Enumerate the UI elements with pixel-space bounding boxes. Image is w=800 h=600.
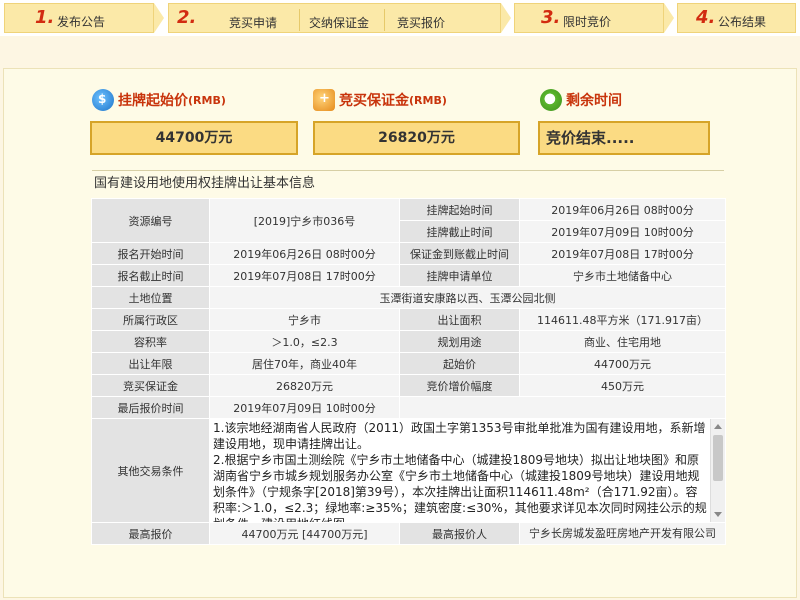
step-progress-bar: 1. 发布公告 2. 竞买申请 交纳保证金 竞买报价 3. 限时竞价 4. 公布… bbox=[0, 0, 800, 36]
remaining-time-value: 竞价结束..... bbox=[546, 129, 635, 147]
start-price-unit: (RMB) bbox=[188, 93, 226, 107]
plot-ratio-key: 容积率 bbox=[91, 330, 210, 353]
listing-start-value: 2019年06月26日 08时00分 bbox=[519, 198, 726, 221]
step-1-label: 发布公告 bbox=[57, 15, 106, 29]
other-terms-paragraph-2: 2.根据宁乡市国土测绘院《宁乡市土地储备中心（城建投1809号地块）拟出让地块图… bbox=[213, 453, 707, 522]
empty-cell bbox=[399, 396, 726, 419]
land-info-table: 资源编号 [2019]宁乡市036号 挂牌起始时间 2019年06月26日 08… bbox=[91, 198, 726, 545]
bid-deposit-value: 26820万元 bbox=[209, 374, 400, 397]
other-terms-key: 其他交易条件 bbox=[91, 418, 210, 523]
apply-unit-value: 宁乡市土地储备中心 bbox=[519, 264, 726, 287]
deposit-label: 竞买保证金 bbox=[339, 93, 409, 109]
resource-no-key: 资源编号 bbox=[91, 198, 210, 243]
signup-start-key: 报名开始时间 bbox=[91, 242, 210, 265]
table-row: 最高报价 44700万元 [44700万元] 最高报价人 宁乡长房城发盈旺房地产… bbox=[91, 522, 726, 545]
listing-end-key: 挂牌截止时间 bbox=[399, 220, 520, 243]
substep-divider bbox=[299, 9, 300, 31]
step-arrow bbox=[154, 3, 164, 33]
table-row: 出让年限 居住70年，商业40年 起始价 44700万元 bbox=[91, 352, 726, 375]
remaining-time-label: 剩余时间 bbox=[566, 93, 622, 109]
district-value: 宁乡市 bbox=[209, 308, 400, 331]
step-1-number: 1. bbox=[35, 7, 55, 28]
usage-key: 规划用途 bbox=[399, 330, 520, 353]
step-3: 3. 限时竞价 bbox=[514, 3, 664, 33]
step-4: 4. 公布结果 bbox=[677, 3, 796, 33]
step-arrow bbox=[501, 3, 511, 33]
resource-no-value: [2019]宁乡市036号 bbox=[209, 198, 400, 243]
deposit-deadline-value: 2019年07月08日 17时00分 bbox=[519, 242, 726, 265]
table-row: 容积率 ＞1.0，≤2.3 规划用途 商业、住宅用地 bbox=[91, 330, 726, 353]
substep-pay-deposit: 交纳保证金 bbox=[309, 16, 370, 30]
deposit-header: + 竞买保证金 (RMB) bbox=[313, 88, 447, 112]
term-value: 居住70年，商业40年 bbox=[209, 352, 400, 375]
table-row: 土地位置 玉潭街道安康路以西、玉潭公园北侧 bbox=[91, 286, 726, 309]
step-1: 1. 发布公告 bbox=[4, 3, 154, 33]
bid-deposit-key: 竞买保证金 bbox=[91, 374, 210, 397]
start-price-value-box: 44700万元 bbox=[90, 121, 298, 155]
deposit-unit: (RMB) bbox=[409, 93, 447, 107]
usage-value: 商业、住宅用地 bbox=[519, 330, 726, 353]
other-terms-scrollbar[interactable] bbox=[710, 419, 725, 522]
location-key: 土地位置 bbox=[91, 286, 210, 309]
signup-start-value: 2019年06月26日 08时00分 bbox=[209, 242, 400, 265]
start-price-cell: 44700万元 bbox=[519, 352, 726, 375]
district-key: 所属行政区 bbox=[91, 308, 210, 331]
listing-start-key: 挂牌起始时间 bbox=[399, 198, 520, 221]
step-2-number: 2. bbox=[177, 7, 197, 28]
step-2: 2. 竞买申请 交纳保证金 竞买报价 bbox=[168, 3, 501, 33]
substep-bid-apply: 竞买申请 bbox=[229, 16, 278, 30]
substep-bid-quote: 竞买报价 bbox=[397, 16, 446, 30]
table-row: 资源编号 [2019]宁乡市036号 挂牌起始时间 2019年06月26日 08… bbox=[91, 198, 726, 243]
step-3-number: 3. bbox=[541, 7, 561, 28]
scroll-up-icon[interactable] bbox=[714, 424, 722, 429]
alarm-clock-icon bbox=[540, 89, 562, 111]
highest-bid-key: 最高报价 bbox=[91, 522, 210, 545]
area-key: 出让面积 bbox=[399, 308, 520, 331]
last-bid-time-value: 2019年07月09日 10时00分 bbox=[209, 396, 400, 419]
step-3-label: 限时竞价 bbox=[563, 15, 612, 29]
listing-end-value: 2019年07月09日 10时00分 bbox=[519, 220, 726, 243]
table-row: 报名开始时间 2019年06月26日 08时00分 保证金到账截止时间 2019… bbox=[91, 242, 726, 265]
deposit-value: 26820万元 bbox=[378, 130, 455, 146]
substep-divider bbox=[384, 9, 385, 31]
remaining-time-value-box: 竞价结束..... bbox=[538, 121, 710, 155]
step-4-label: 公布结果 bbox=[718, 15, 767, 29]
deposit-deadline-key: 保证金到账截止时间 bbox=[399, 242, 520, 265]
table-row: 最后报价时间 2019年07月09日 10时00分 bbox=[91, 396, 726, 419]
step-4-number: 4. bbox=[696, 7, 716, 28]
apply-unit-key: 挂牌申请单位 bbox=[399, 264, 520, 287]
signup-end-value: 2019年07月08日 17时00分 bbox=[209, 264, 400, 287]
start-price-key: 起始价 bbox=[399, 352, 520, 375]
other-terms-text: 1.该宗地经湖南省人民政府（2011）政国土字第1353号审批单批准为国有建设用… bbox=[213, 420, 709, 522]
increment-key: 竞价增价幅度 bbox=[399, 374, 520, 397]
start-price-header: $ 挂牌起始价 (RMB) bbox=[92, 88, 226, 112]
table-row: 报名截止时间 2019年07月08日 17时00分 挂牌申请单位 宁乡市土地储备… bbox=[91, 264, 726, 287]
table-row: 其他交易条件 1.该宗地经湖南省人民政府（2011）政国土字第1353号审批单批… bbox=[91, 418, 726, 523]
table-row: 竞买保证金 26820万元 竞价增价幅度 450万元 bbox=[91, 374, 726, 397]
remaining-time-header: 剩余时间 bbox=[540, 88, 622, 112]
section-title: 国有建设用地使用权挂牌出让基本信息 bbox=[92, 170, 724, 197]
increment-value: 450万元 bbox=[519, 374, 726, 397]
start-price-label: 挂牌起始价 bbox=[118, 93, 188, 109]
other-terms-paragraph-1: 1.该宗地经湖南省人民政府（2011）政国土字第1353号审批单批准为国有建设用… bbox=[213, 421, 706, 451]
deposit-value-box: 26820万元 bbox=[313, 121, 520, 155]
term-key: 出让年限 bbox=[91, 352, 210, 375]
scroll-thumb[interactable] bbox=[713, 435, 723, 481]
highest-bid-value: 44700万元 [44700万元] bbox=[209, 522, 400, 545]
start-price-value: 44700万元 bbox=[155, 130, 233, 146]
area-value: 114611.48平方米（171.917亩） bbox=[519, 308, 726, 331]
other-terms-cell[interactable]: 1.该宗地经湖南省人民政府（2011）政国土字第1353号审批单批准为国有建设用… bbox=[209, 418, 726, 523]
plot-ratio-value: ＞1.0，≤2.3 bbox=[209, 330, 400, 353]
signup-end-key: 报名截止时间 bbox=[91, 264, 210, 287]
money-bag-icon: $ bbox=[92, 89, 114, 111]
table-row: 所属行政区 宁乡市 出让面积 114611.48平方米（171.917亩） bbox=[91, 308, 726, 331]
location-value: 玉潭街道安康路以西、玉潭公园北侧 bbox=[209, 286, 726, 309]
scroll-down-icon[interactable] bbox=[714, 512, 722, 517]
step-arrow bbox=[664, 3, 674, 33]
last-bid-time-key: 最后报价时间 bbox=[91, 396, 210, 419]
highest-bidder-key: 最高报价人 bbox=[399, 522, 520, 545]
highest-bidder-value: 宁乡长房城发盈旺房地产开发有限公司 bbox=[519, 522, 726, 545]
deposit-icon: + bbox=[313, 89, 335, 111]
